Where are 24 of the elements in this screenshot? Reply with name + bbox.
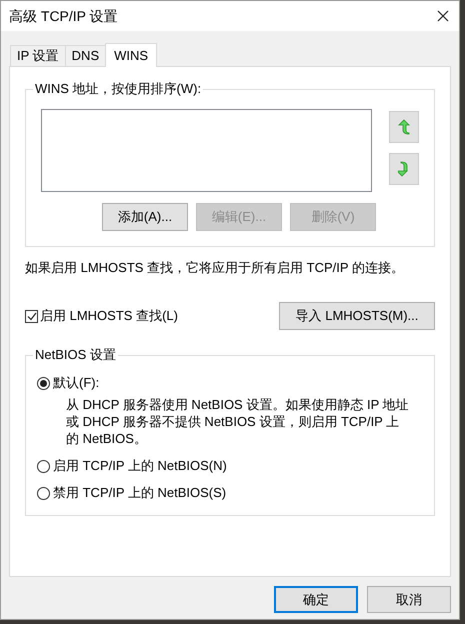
radio-option[interactable]: 启用 TCP/IP 上的 NetBIOS(N) <box>37 458 434 474</box>
tab[interactable]: WINS <box>105 43 158 67</box>
radio-button[interactable] <box>37 460 50 472</box>
check-icon <box>26 312 36 320</box>
down-arrow-icon <box>398 161 410 177</box>
action-button[interactable]: 添加(A)... <box>102 203 188 231</box>
checkbox[interactable] <box>25 310 38 322</box>
info-text: 如果启用 LMHOSTS 查找，它将应用于所有启用 TCP/IP 的连接。 <box>25 260 405 276</box>
dialog-button[interactable]: 确定 <box>274 586 358 613</box>
close-icon[interactable] <box>437 10 449 22</box>
group-title: WINS 地址，按使用排序(W): <box>33 81 204 97</box>
lmhosts-checkbox[interactable]: 启用 LMHOSTS 查找(L) <box>25 306 178 326</box>
radio-button[interactable] <box>37 376 50 390</box>
import-button[interactable]: 导入 LMHOSTS(M)... <box>279 302 435 330</box>
tab[interactable]: IP 设置 <box>10 45 66 66</box>
dialog-button[interactable]: 取消 <box>367 586 451 613</box>
radio-button[interactable] <box>37 486 50 500</box>
option-description: 从 DHCP 服务器使用 NetBIOS 设置。如果使用静态 IP 地址或 DHCP 服务器不提供 NetBIOS 设置，则启用 TCP/IP 上的 NetBIOS。 <box>66 396 410 447</box>
radio-option[interactable]: 禁用 TCP/IP 上的 NetBIOS(S) <box>37 485 434 501</box>
address-list[interactable] <box>41 109 372 192</box>
radio-option[interactable]: 默认(F): <box>37 375 434 391</box>
group-title: NetBIOS 设置 <box>33 347 118 363</box>
up-arrow-icon <box>398 119 410 135</box>
window-title: 高级 TCP/IP 设置 <box>9 6 118 26</box>
